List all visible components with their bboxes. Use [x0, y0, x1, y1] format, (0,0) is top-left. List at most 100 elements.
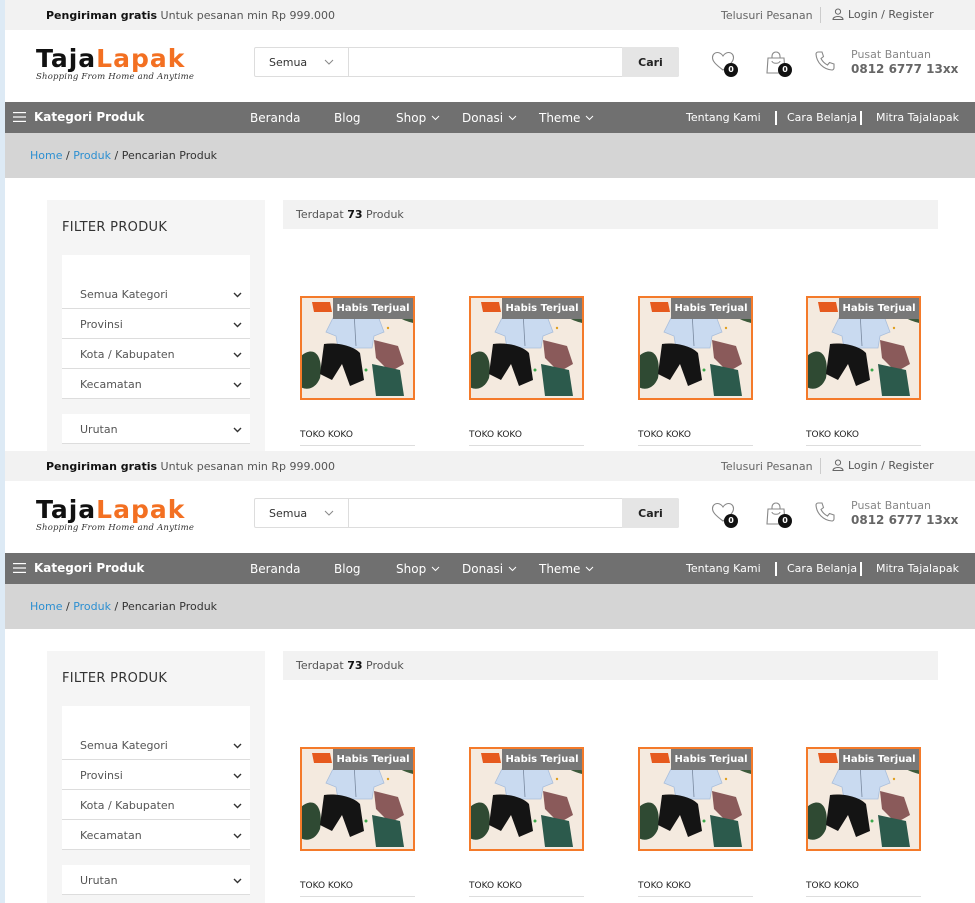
site-header: TajaLapak Shopping From Home and Anytime… — [0, 30, 975, 102]
help-phone: 0812 6777 13xx — [851, 513, 959, 527]
sort-select[interactable]: Urutan — [62, 865, 250, 895]
product-image[interactable]: Habis Terjual — [638, 296, 753, 400]
breadcrumb-home[interactable]: Home — [30, 149, 62, 162]
nav-shop-label: Shop — [396, 562, 427, 576]
sold-out-badge: Habis Terjual — [839, 749, 919, 770]
breadcrumb-separator: / — [65, 149, 70, 162]
wishlist-button[interactable]: 0 — [711, 51, 739, 79]
filter-city-label: Kota / Kabupaten — [80, 348, 175, 361]
filter-district-select[interactable]: Kecamatan — [62, 820, 250, 850]
chevron-down-icon — [431, 566, 440, 572]
product-image[interactable]: Habis Terjual — [806, 747, 921, 851]
product-store-name[interactable]: TOKO KOKO — [806, 430, 859, 440]
search-button[interactable]: Cari — [622, 47, 679, 77]
track-order-link[interactable]: Telusuri Pesanan — [721, 460, 813, 473]
filter-title: FILTER PRODUK — [62, 671, 168, 686]
product-image[interactable]: Habis Terjual — [300, 747, 415, 851]
logo-wordmark: TajaLapak — [36, 45, 194, 73]
breadcrumb: Home / Produk / Pencarian Produk — [0, 133, 975, 178]
site-logo[interactable]: TajaLapak Shopping From Home and Anytime — [36, 495, 195, 534]
phone-icon — [815, 51, 835, 71]
help-phone: 0812 6777 13xx — [851, 62, 959, 76]
filter-category-select[interactable]: Semua Kategori — [62, 279, 250, 309]
sold-out-badge: Habis Terjual — [502, 749, 582, 770]
chevron-down-icon — [233, 427, 242, 433]
cart-button[interactable]: 0 — [765, 51, 793, 79]
search-category-select[interactable]: Semua — [255, 499, 349, 527]
product-image[interactable]: Habis Terjual — [469, 747, 584, 851]
filter-category-label: Semua Kategori — [80, 739, 168, 752]
filter-category-label: Semua Kategori — [80, 288, 168, 301]
product-divider — [469, 445, 584, 446]
login-register-link[interactable]: Login / Register — [832, 8, 934, 21]
nav-tentang-kami[interactable]: Tentang Kami — [686, 111, 761, 124]
nav-cara-belanja[interactable]: Cara Belanja — [787, 562, 857, 575]
nav-mitra-tajalapak[interactable]: Mitra Tajalapak — [876, 562, 959, 575]
search-category-select[interactable]: Semua — [255, 48, 349, 76]
breadcrumb-separator: / — [114, 149, 119, 162]
breadcrumb-produk[interactable]: Produk — [73, 149, 111, 162]
logo-part1: Taja — [36, 44, 97, 73]
category-menu-button[interactable]: Kategori Produk — [13, 561, 144, 575]
filter-city-select[interactable]: Kota / Kabupaten — [62, 790, 250, 820]
logo-part2: Lapak — [96, 495, 186, 524]
nav-tentang-kami[interactable]: Tentang Kami — [686, 562, 761, 575]
search-input[interactable] — [350, 499, 622, 527]
product-store-name[interactable]: TOKO KOKO — [638, 430, 691, 440]
nav-donasi[interactable]: Donasi — [462, 562, 517, 576]
sort-select[interactable]: Urutan — [62, 414, 250, 444]
nav-cara-belanja[interactable]: Cara Belanja — [787, 111, 857, 124]
category-menu-button[interactable]: Kategori Produk — [13, 110, 144, 124]
cart-button[interactable]: 0 — [765, 502, 793, 530]
product-image[interactable]: Habis Terjual — [638, 747, 753, 851]
filter-category-select[interactable]: Semua Kategori — [62, 730, 250, 760]
filter-province-select[interactable]: Provinsi — [62, 760, 250, 790]
site-logo[interactable]: TajaLapak Shopping From Home and Anytime — [36, 45, 194, 83]
product-store-name[interactable]: TOKO KOKO — [806, 881, 859, 891]
search-input[interactable] — [350, 48, 622, 76]
shipping-notice: Pengiriman gratis Untuk pesanan min Rp 9… — [46, 9, 335, 22]
nav-theme[interactable]: Theme — [539, 562, 594, 576]
nav-beranda[interactable]: Beranda — [250, 111, 300, 125]
nav-shop[interactable]: Shop — [396, 111, 440, 125]
site-header: TajaLapak Shopping From Home and Anytime… — [0, 481, 975, 553]
help-center[interactable]: Pusat Bantuan 0812 6777 13xx — [851, 499, 958, 528]
breadcrumb-produk[interactable]: Produk — [73, 600, 111, 613]
chevron-down-icon — [233, 773, 242, 779]
product-image[interactable]: Habis Terjual — [806, 296, 921, 400]
breadcrumb-trail: Home / Produk / Pencarian Produk — [30, 600, 217, 613]
product-store-name[interactable]: TOKO KOKO — [469, 430, 522, 440]
login-register-link[interactable]: Login / Register — [832, 459, 934, 472]
filter-province-select[interactable]: Provinsi — [62, 309, 250, 339]
wishlist-button[interactable]: 0 — [711, 502, 739, 530]
breadcrumb-home[interactable]: Home — [30, 600, 62, 613]
track-order-link[interactable]: Telusuri Pesanan — [721, 9, 813, 22]
logo-tagline: Shopping From Home and Anytime — [36, 523, 195, 533]
result-prefix: Terdapat — [296, 659, 344, 672]
search-button[interactable]: Cari — [622, 498, 679, 528]
product-store-name[interactable]: TOKO KOKO — [638, 881, 691, 891]
filter-city-select[interactable]: Kota / Kabupaten — [62, 339, 250, 369]
user-icon — [832, 8, 844, 20]
cart-count-badge: 0 — [778, 63, 792, 77]
filter-city-label: Kota / Kabupaten — [80, 799, 175, 812]
nav-theme[interactable]: Theme — [539, 111, 594, 125]
nav-mitra-tajalapak[interactable]: Mitra Tajalapak — [876, 111, 959, 124]
help-center[interactable]: Pusat Bantuan 0812 6777 13xx — [851, 48, 958, 77]
nav-blog[interactable]: Blog — [334, 111, 361, 125]
product-image[interactable]: Habis Terjual — [300, 296, 415, 400]
product-store-name[interactable]: TOKO KOKO — [300, 430, 353, 440]
topbar-divider — [820, 7, 821, 23]
chevron-down-icon — [233, 833, 242, 839]
product-store-name[interactable]: TOKO KOKO — [300, 881, 353, 891]
search-bar: Semua Cari — [254, 47, 679, 77]
screen-edge — [0, 0, 5, 451]
nav-blog[interactable]: Blog — [334, 562, 361, 576]
nav-beranda[interactable]: Beranda — [250, 562, 300, 576]
filter-district-select[interactable]: Kecamatan — [62, 369, 250, 399]
product-store-name[interactable]: TOKO KOKO — [469, 881, 522, 891]
main-nav: Kategori Produk Beranda Blog Shop Donasi… — [0, 102, 975, 133]
product-image[interactable]: Habis Terjual — [469, 296, 584, 400]
nav-shop[interactable]: Shop — [396, 562, 440, 576]
nav-donasi[interactable]: Donasi — [462, 111, 517, 125]
